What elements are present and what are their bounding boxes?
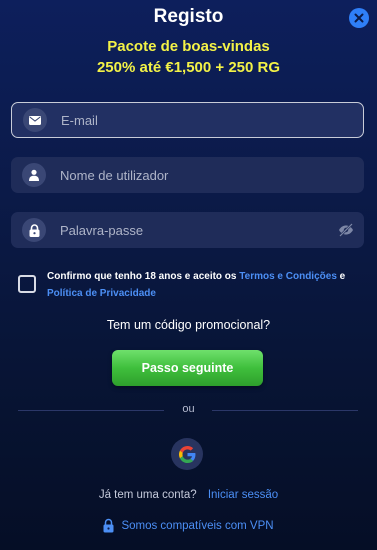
consent-text-before: Confirmo que tenho 18 anos e aceito os	[47, 271, 240, 282]
close-icon	[354, 13, 364, 23]
envelope-icon	[29, 115, 41, 125]
lock-icon-wrap	[22, 218, 46, 242]
or-divider-text: ou	[182, 403, 195, 415]
consent-and: e	[336, 271, 346, 282]
vpn-lock-icon	[103, 518, 114, 533]
login-prompt: Já tem uma conta? Iniciar sessão	[0, 489, 377, 501]
eye-off-icon[interactable]	[338, 222, 354, 238]
close-button[interactable]	[349, 8, 369, 28]
next-step-button[interactable]: Passo seguinte	[112, 350, 263, 386]
username-field[interactable]	[11, 157, 364, 193]
email-icon-wrap	[23, 108, 47, 132]
google-login-button[interactable]	[171, 438, 203, 470]
user-icon	[29, 169, 39, 181]
promo-code-question[interactable]: Tem um código promocional?	[0, 318, 377, 332]
promo-line-2: 250% até €1,500 + 250 RG	[96, 59, 281, 76]
vpn-compatible-note: Somos compatíveis com VPN	[0, 518, 377, 533]
terms-link[interactable]: Termos e Condições	[239, 271, 337, 282]
login-question: Já tem uma conta?	[98, 489, 197, 501]
google-icon	[178, 445, 195, 463]
email-input[interactable]	[61, 112, 363, 128]
email-field[interactable]	[11, 102, 364, 138]
vpn-text: Somos compatíveis com VPN	[121, 519, 274, 532]
privacy-link[interactable]: Política de Privacidade	[47, 288, 156, 299]
lock-icon	[29, 223, 39, 237]
page-title: Registo	[153, 6, 224, 27]
username-input[interactable]	[60, 167, 364, 183]
promo-line-1: Pacote de boas-vindas	[107, 38, 270, 55]
login-link[interactable]: Iniciar sessão	[208, 489, 278, 501]
divider-right	[212, 410, 358, 411]
user-icon-wrap	[22, 163, 46, 187]
consent-text: Confirmo que tenho 18 anos e aceito os T…	[47, 268, 357, 302]
welcome-promo: Pacote de boas-vindas 250% até €1,500 + …	[0, 36, 377, 78]
password-input[interactable]	[60, 222, 364, 238]
age-terms-checkbox[interactable]	[18, 275, 36, 293]
password-field[interactable]	[11, 212, 364, 248]
